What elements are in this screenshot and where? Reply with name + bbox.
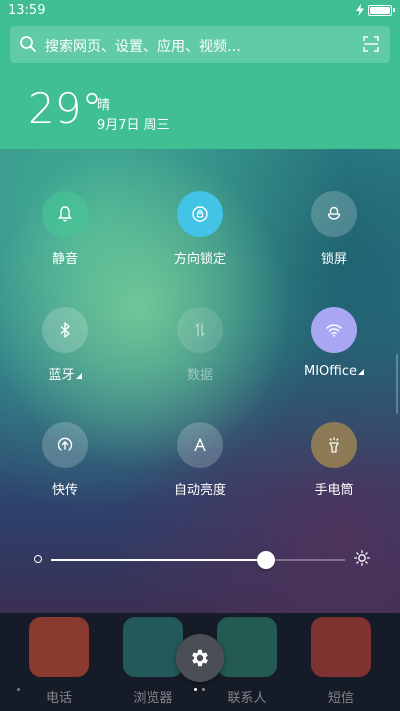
dock-app-messages[interactable]: 短信 [309, 617, 373, 706]
toggle-lock-screen-circle[interactable] [311, 191, 357, 237]
dock-app-contacts[interactable]: 联系人 [215, 617, 279, 706]
settings-button[interactable] [176, 634, 224, 682]
dock-app-label: 浏览器 [133, 691, 173, 706]
status-bar: 13:59 [0, 0, 400, 22]
dock-marker [17, 688, 20, 691]
toggle-rotation-lock[interactable]: 方向锁定 [145, 191, 255, 267]
toggle-auto-brightness-circle[interactable] [177, 422, 223, 468]
toggle-mute-circle[interactable] [42, 191, 88, 237]
menu-indicator-icon [75, 373, 82, 379]
charging-bolt-icon [356, 4, 364, 16]
toggle-flashlight-label: 手电筒 [314, 483, 354, 498]
lock-icon [327, 206, 341, 220]
dock-app-label: 电话 [45, 691, 72, 706]
search-bar[interactable]: 搜索网页、设置、应用、视频… [10, 26, 390, 63]
weather-temperature[interactable]: 29° [28, 88, 102, 130]
data-icon [195, 323, 205, 337]
contacts-app-icon [217, 617, 277, 677]
toggle-bluetooth-circle[interactable] [42, 307, 88, 353]
dock-app-label: 联系人 [227, 691, 267, 706]
toggle-bluetooth[interactable]: 蓝牙 [10, 307, 120, 383]
toggle-wifi[interactable]: MIOffice [279, 307, 389, 379]
scroll-indicator [396, 354, 398, 414]
toggle-data[interactable]: 数据 [145, 307, 255, 383]
wifi-network-name: MIOffice [304, 364, 357, 379]
notification-header: 搜索网页、设置、应用、视频… 29° 晴 9月7日 周三 [0, 22, 400, 149]
menu-indicator-icon [358, 369, 364, 375]
messages-app-icon [311, 617, 371, 677]
toggle-data-circle[interactable] [177, 307, 223, 353]
brightness-high-icon [354, 550, 370, 566]
toggle-data-label: 数据 [186, 368, 213, 383]
brightness-low-icon [34, 555, 42, 563]
search-icon [20, 36, 36, 52]
phone-app-icon [29, 617, 89, 677]
toggle-wifi-circle[interactable] [311, 307, 357, 353]
page-indicator [194, 688, 205, 691]
toggle-rotation-lock-label: 方向锁定 [173, 252, 226, 267]
toggle-flashlight[interactable]: 手电筒 [279, 422, 389, 498]
rotation-lock-icon [192, 206, 208, 222]
toggle-flashlight-circle[interactable] [311, 422, 357, 468]
dock-app-label: 短信 [327, 691, 354, 706]
toggle-auto-brightness[interactable]: 自动亮度 [145, 422, 255, 498]
search-placeholder: 搜索网页、设置、应用、视频… [45, 39, 241, 55]
toggle-mute[interactable]: 静音 [10, 191, 120, 267]
toggle-quick-share[interactable]: 快传 [10, 422, 120, 498]
brightness-control [32, 542, 372, 576]
flashlight-icon [329, 437, 339, 453]
status-icons [356, 4, 395, 16]
toggle-rotation-lock-circle[interactable] [177, 191, 223, 237]
toggle-mute-label: 静音 [51, 252, 78, 267]
auto-brightness-icon [194, 438, 206, 452]
battery-level [370, 6, 390, 14]
weather-date: 9月7日 周三 [97, 118, 170, 133]
gear-icon [192, 649, 208, 667]
brightness-fill [51, 559, 266, 561]
bell-icon [58, 206, 72, 222]
toggle-auto-brightness-label: 自动亮度 [173, 483, 226, 498]
battery-icon [368, 4, 395, 16]
brightness-thumb[interactable] [256, 551, 275, 569]
wifi-icon [326, 324, 342, 337]
bluetooth-icon [60, 322, 70, 338]
quick-transfer-icon [57, 437, 73, 451]
brightness-slider[interactable] [51, 551, 345, 569]
toggle-bluetooth-label: 蓝牙 [10, 364, 120, 383]
page-dot [202, 688, 205, 691]
dock-app-phone[interactable]: 电话 [27, 617, 91, 706]
page-dot [194, 688, 197, 691]
toggle-lock-screen[interactable]: 锁屏 [279, 191, 389, 267]
browser-app-icon [123, 617, 183, 677]
status-time: 13:59 [8, 3, 46, 18]
toggle-lock-screen-label: 锁屏 [320, 252, 347, 267]
scan-icon[interactable] [363, 36, 379, 52]
toggle-quick-share-circle[interactable] [42, 422, 88, 468]
bluetooth-label-text: 蓝牙 [48, 368, 75, 383]
weather-condition: 晴 [97, 98, 111, 113]
toggle-quick-share-label: 快传 [51, 483, 78, 498]
toggle-wifi-label: MIOffice [279, 364, 389, 379]
